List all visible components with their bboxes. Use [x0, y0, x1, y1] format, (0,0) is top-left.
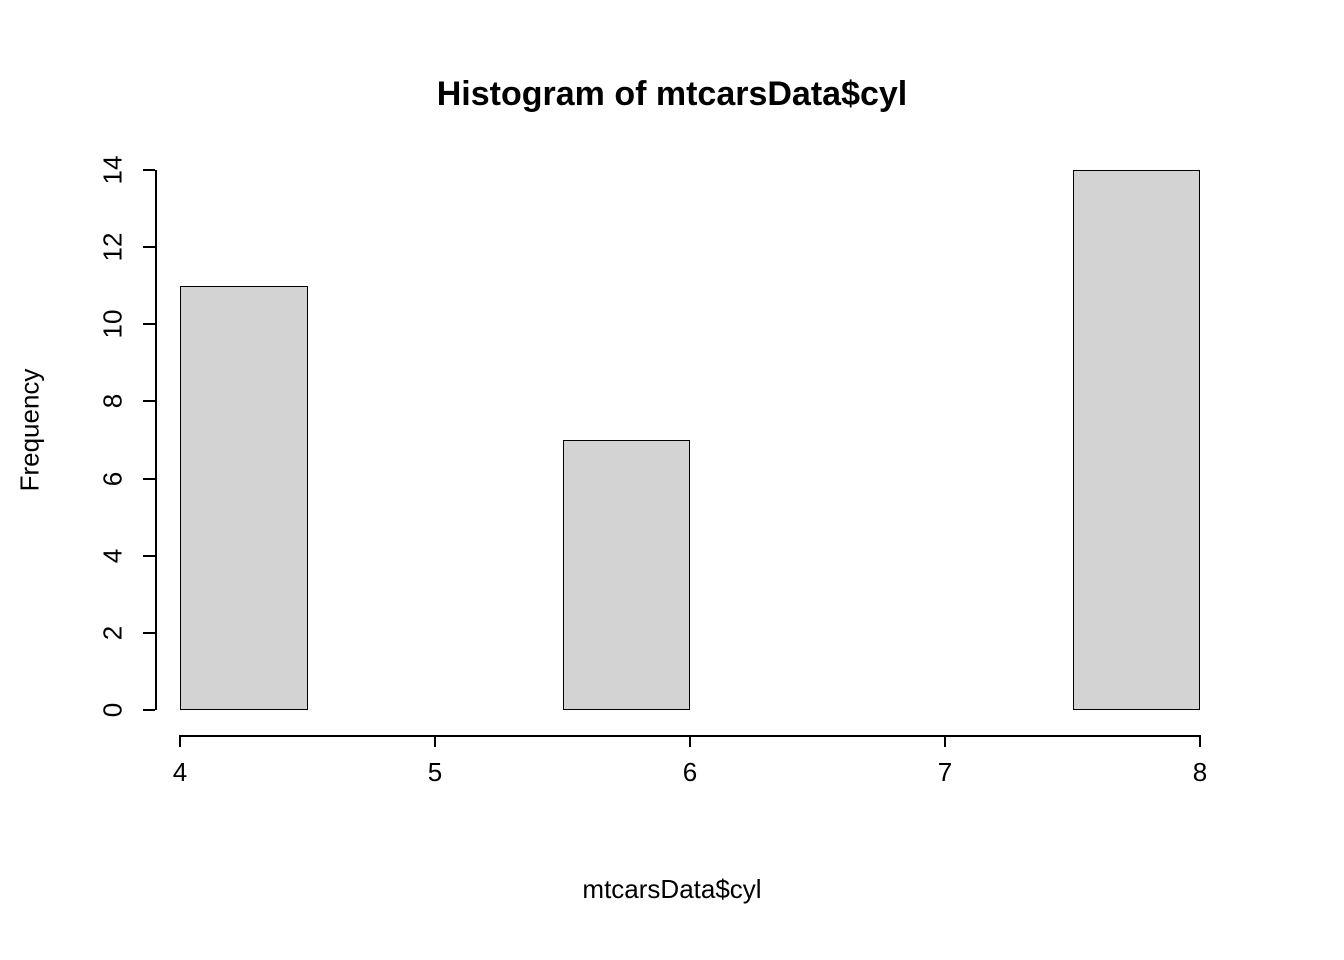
y-tick-label: 14	[98, 156, 129, 185]
y-tick-label: 2	[98, 626, 129, 640]
x-tick	[1199, 735, 1201, 747]
histogram-chart: Histogram of mtcarsData$cyl Frequency 0 2…	[0, 0, 1344, 960]
x-tick	[434, 735, 436, 747]
x-tick-label: 8	[1193, 757, 1207, 788]
x-axis-label: mtcarsData$cyl	[0, 874, 1344, 905]
y-tick	[143, 323, 155, 325]
x-tick-label: 7	[938, 757, 952, 788]
x-tick	[179, 735, 181, 747]
x-tick	[689, 735, 691, 747]
y-tick	[143, 246, 155, 248]
y-axis-line	[155, 170, 157, 710]
y-tick-label: 8	[98, 394, 129, 408]
x-tick-label: 6	[683, 757, 697, 788]
histogram-bar	[563, 440, 691, 710]
y-tick-label: 0	[98, 703, 129, 717]
x-tick-label: 5	[428, 757, 442, 788]
x-tick-label: 4	[173, 757, 187, 788]
histogram-bar	[180, 286, 308, 710]
x-tick	[944, 735, 946, 747]
chart-title: Histogram of mtcarsData$cyl	[0, 75, 1344, 114]
y-axis-label: Frequency	[15, 369, 46, 492]
y-tick	[143, 169, 155, 171]
y-tick-label: 6	[98, 471, 129, 485]
y-tick	[143, 632, 155, 634]
y-tick	[143, 478, 155, 480]
y-tick-label: 4	[98, 548, 129, 562]
y-tick-label: 12	[98, 233, 129, 262]
plot-area	[180, 170, 1200, 710]
histogram-bar	[1073, 170, 1201, 710]
y-tick	[143, 555, 155, 557]
y-tick-label: 10	[98, 310, 129, 339]
y-tick	[143, 709, 155, 711]
y-tick	[143, 400, 155, 402]
